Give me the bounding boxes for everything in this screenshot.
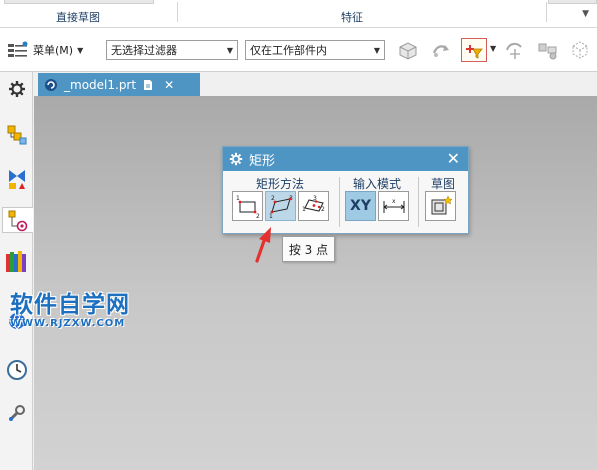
- group-label: 矩形方法: [255, 177, 304, 191]
- tab-model1-prt[interactable]: _model1.prt ✕: [38, 73, 200, 96]
- selection-toolbar: 菜单(M) ▼ 无选择过滤器 ▼ 仅在工作部件内 ▼ ▼: [0, 28, 597, 72]
- group-label: 输入模式: [352, 177, 401, 191]
- chevron-down-icon[interactable]: ▼: [490, 44, 496, 53]
- two-point-rectangle-icon: 12: [236, 195, 260, 218]
- rectangle-dialog: 矩形 ✕ 矩形方法 12 231 312 输入模式 XY x 草图: [222, 146, 469, 234]
- xy-label: XY: [350, 198, 371, 214]
- tab-label: _model1.prt: [64, 77, 137, 92]
- group-label: 草图: [430, 177, 455, 191]
- parameter-mode-button[interactable]: x: [378, 191, 409, 221]
- menu-button[interactable]: 菜单(M) ▼: [7, 39, 83, 61]
- svg-text:2: 2: [321, 206, 325, 213]
- close-icon[interactable]: ✕: [164, 78, 174, 92]
- dialog-title: 矩形: [249, 153, 276, 169]
- watermark: 软件自学网 WWW.RJZXW.COM: [10, 285, 130, 329]
- snap-filter-icon[interactable]: [461, 38, 487, 62]
- group-divider: [339, 177, 340, 227]
- ribbon-group-direct-sketch[interactable]: 直接草图: [56, 9, 100, 25]
- system-materials-icon[interactable]: [4, 400, 30, 426]
- constraint-navigator-icon[interactable]: [4, 166, 30, 192]
- tooltip-text: 按 3 点: [288, 242, 329, 257]
- watermark-url: WWW.RJZXW.COM: [10, 318, 126, 329]
- from-center-button[interactable]: 312: [298, 191, 329, 221]
- chevron-down-icon: ▼: [77, 45, 84, 55]
- modified-page-icon: [144, 79, 153, 90]
- by-two-points-button[interactable]: 12: [232, 191, 263, 221]
- assembly-navigator-icon[interactable]: [4, 122, 30, 148]
- parameter-mode-icon: x: [383, 198, 404, 213]
- center-rectangle-icon: 31 2: [302, 195, 325, 213]
- ribbon-group-bar: 直接草图 特征 ▼: [0, 0, 597, 28]
- finish-sketch-button[interactable]: [425, 191, 456, 221]
- red-arrow-icon: [255, 227, 271, 263]
- finish-sketch-icon: [431, 195, 453, 215]
- ribbon-stub: [4, 0, 154, 4]
- watermark-name: 软件自学网: [10, 292, 130, 318]
- point-snap-icon[interactable]: [502, 38, 528, 62]
- coordinate-mode-button[interactable]: XY: [345, 191, 376, 221]
- ribbon-divider: [546, 2, 547, 22]
- chevron-down-icon: ▼: [226, 45, 233, 55]
- by-three-points-button[interactable]: 231: [265, 191, 296, 221]
- gear-icon: [229, 152, 243, 166]
- svg-text:1: 1: [269, 213, 273, 218]
- resource-bar: [0, 72, 33, 470]
- part-file-icon: [45, 78, 57, 91]
- menu-icon: [8, 41, 28, 57]
- ribbon-divider: [177, 2, 178, 22]
- selection-scope-value: 仅在工作部件内: [250, 44, 327, 57]
- reuse-library-icon[interactable]: [4, 248, 30, 274]
- ribbon-stub: [548, 0, 597, 4]
- part-navigator-icon[interactable]: [2, 207, 33, 233]
- selection-scope-select[interactable]: 仅在工作部件内 ▼: [245, 40, 385, 60]
- three-point-rectangle-icon: 231: [269, 195, 293, 218]
- group-divider: [418, 177, 419, 227]
- close-icon[interactable]: ✕: [447, 149, 460, 168]
- selection-filter-select[interactable]: 无选择过滤器 ▼: [106, 40, 238, 60]
- svg-text:x: x: [392, 198, 396, 205]
- dialog-title-bar[interactable]: 矩形 ✕: [223, 147, 468, 171]
- feature-select-icon[interactable]: [428, 38, 454, 62]
- clock-history-icon[interactable]: [4, 357, 30, 383]
- ribbon-collapse-icon[interactable]: ▼: [582, 9, 589, 19]
- svg-text:2: 2: [256, 213, 260, 218]
- tooltip: 按 3 点: [282, 236, 335, 262]
- ribbon-group-feature[interactable]: 特征: [341, 9, 363, 25]
- gear-icon[interactable]: [4, 76, 30, 102]
- solid-select-icon[interactable]: [567, 38, 593, 62]
- document-tab-bar: _model1.prt ✕: [33, 72, 597, 96]
- menu-label: 菜单(M): [33, 44, 74, 57]
- assembly-select-icon[interactable]: [535, 38, 561, 62]
- selection-filter-value: 无选择过滤器: [111, 44, 177, 57]
- body-select-icon[interactable]: [395, 38, 421, 62]
- chevron-down-icon: ▼: [373, 45, 380, 55]
